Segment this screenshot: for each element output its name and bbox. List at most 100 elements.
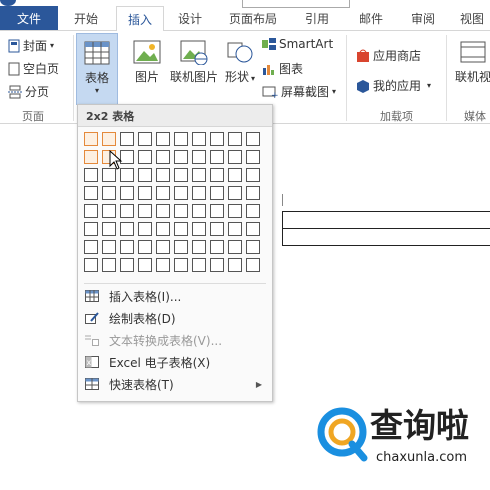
- grid-cell[interactable]: [228, 204, 242, 218]
- draw-table-item[interactable]: 绘制表格(D): [78, 307, 272, 329]
- grid-cell[interactable]: [102, 258, 116, 272]
- grid-cell[interactable]: [120, 240, 134, 254]
- grid-cell[interactable]: [84, 258, 98, 272]
- grid-cell[interactable]: [84, 204, 98, 218]
- grid-cell[interactable]: [102, 222, 116, 236]
- grid-cell[interactable]: [156, 150, 170, 164]
- grid-cell[interactable]: [210, 186, 224, 200]
- my-apps-button[interactable]: 我的应用 ▾: [356, 77, 431, 94]
- smartart-button[interactable]: SmartArt: [262, 37, 333, 51]
- grid-cell[interactable]: [174, 150, 188, 164]
- grid-cell[interactable]: [102, 204, 116, 218]
- grid-cell[interactable]: [228, 186, 242, 200]
- grid-cell[interactable]: [210, 222, 224, 236]
- grid-cell[interactable]: [174, 132, 188, 146]
- grid-cell[interactable]: [120, 222, 134, 236]
- grid-cell[interactable]: [138, 186, 152, 200]
- grid-cell[interactable]: [192, 186, 206, 200]
- tab-review[interactable]: 审阅: [402, 6, 444, 30]
- grid-cell[interactable]: [138, 258, 152, 272]
- tab-references[interactable]: 引用: [296, 6, 338, 30]
- grid-cell[interactable]: [174, 186, 188, 200]
- grid-cell[interactable]: [120, 168, 134, 182]
- table-row[interactable]: [283, 212, 490, 229]
- grid-cell[interactable]: [156, 258, 170, 272]
- grid-cell[interactable]: [174, 258, 188, 272]
- tab-start[interactable]: 开始: [64, 6, 108, 30]
- inserted-table[interactable]: [282, 211, 490, 246]
- grid-cell[interactable]: [156, 222, 170, 236]
- quick-tables-item[interactable]: 快速表格(T) ▶: [78, 373, 272, 395]
- grid-cell[interactable]: [192, 240, 206, 254]
- cover-button[interactable]: 封面 ▾: [8, 37, 54, 54]
- grid-cell[interactable]: [102, 186, 116, 200]
- picture-button[interactable]: 图片: [130, 39, 164, 85]
- grid-cell[interactable]: [84, 222, 98, 236]
- grid-cell[interactable]: [102, 240, 116, 254]
- grid-cell[interactable]: [102, 132, 116, 146]
- grid-cell[interactable]: [84, 150, 98, 164]
- online-picture-button[interactable]: 联机图片: [166, 39, 222, 85]
- table-row[interactable]: [283, 229, 490, 245]
- tab-mail[interactable]: 邮件: [350, 6, 392, 30]
- grid-cell[interactable]: [84, 186, 98, 200]
- grid-cell[interactable]: [228, 168, 242, 182]
- grid-cell[interactable]: [210, 132, 224, 146]
- grid-cell[interactable]: [84, 240, 98, 254]
- grid-cell[interactable]: [228, 150, 242, 164]
- grid-cell[interactable]: [138, 150, 152, 164]
- table-button[interactable]: 表格 ▾: [76, 33, 118, 105]
- grid-cell[interactable]: [192, 150, 206, 164]
- grid-cell[interactable]: [120, 132, 134, 146]
- grid-cell[interactable]: [228, 132, 242, 146]
- grid-cell[interactable]: [138, 222, 152, 236]
- excel-sheet-item[interactable]: x Excel 电子表格(X): [78, 351, 272, 373]
- tab-file[interactable]: 文件: [0, 6, 58, 30]
- grid-cell[interactable]: [246, 222, 260, 236]
- grid-cell[interactable]: [210, 258, 224, 272]
- grid-cell[interactable]: [138, 168, 152, 182]
- grid-cell[interactable]: [246, 132, 260, 146]
- grid-cell[interactable]: [210, 204, 224, 218]
- tab-design[interactable]: 设计: [170, 6, 210, 30]
- grid-cell[interactable]: [156, 204, 170, 218]
- grid-cell[interactable]: [84, 132, 98, 146]
- shapes-button[interactable]: 形状 ▾: [224, 39, 256, 85]
- grid-cell[interactable]: [174, 204, 188, 218]
- grid-cell[interactable]: [138, 204, 152, 218]
- grid-cell[interactable]: [138, 132, 152, 146]
- grid-cell[interactable]: [228, 222, 242, 236]
- blank-page-button[interactable]: 空白页: [8, 60, 59, 77]
- tab-view[interactable]: 视图: [452, 6, 490, 30]
- grid-cell[interactable]: [210, 168, 224, 182]
- grid-cell[interactable]: [246, 150, 260, 164]
- grid-cell[interactable]: [246, 168, 260, 182]
- grid-cell[interactable]: [120, 258, 134, 272]
- grid-cell[interactable]: [174, 168, 188, 182]
- chart-button[interactable]: 图表: [262, 60, 303, 77]
- app-store-button[interactable]: 应用商店: [356, 47, 421, 64]
- online-video-button[interactable]: 联机视: [450, 39, 490, 85]
- grid-cell[interactable]: [156, 240, 170, 254]
- grid-cell[interactable]: [246, 186, 260, 200]
- grid-cell[interactable]: [120, 204, 134, 218]
- insert-table-item[interactable]: 插入表格(I)...: [78, 285, 272, 307]
- grid-cell[interactable]: [156, 168, 170, 182]
- grid-cell[interactable]: [120, 186, 134, 200]
- grid-cell[interactable]: [228, 240, 242, 254]
- grid-cell[interactable]: [192, 168, 206, 182]
- grid-cell[interactable]: [156, 132, 170, 146]
- grid-cell[interactable]: [192, 132, 206, 146]
- grid-cell[interactable]: [156, 186, 170, 200]
- grid-cell[interactable]: [84, 168, 98, 182]
- grid-cell[interactable]: [192, 222, 206, 236]
- screenshot-button[interactable]: + 屏幕截图 ▾: [262, 83, 336, 100]
- grid-cell[interactable]: [246, 258, 260, 272]
- tab-layout[interactable]: 页面布局: [220, 6, 286, 30]
- grid-cell[interactable]: [228, 258, 242, 272]
- grid-cell[interactable]: [192, 258, 206, 272]
- grid-cell[interactable]: [174, 222, 188, 236]
- grid-cell[interactable]: [174, 240, 188, 254]
- grid-cell[interactable]: [192, 204, 206, 218]
- tab-insert[interactable]: 插入: [116, 6, 164, 32]
